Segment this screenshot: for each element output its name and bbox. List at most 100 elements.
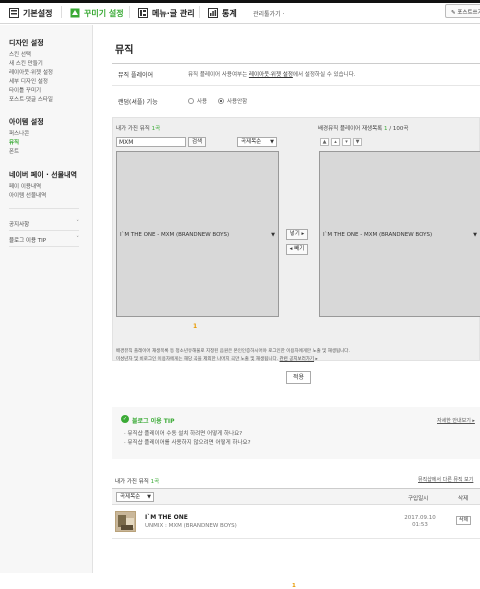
sidebar-item-music[interactable]: 뮤직 [9, 139, 44, 148]
sidebar: 디자인 설정 스킨 선택 새 스킨 만들기 레이아웃·위젯 설정 세부 디자인 … [0, 25, 93, 573]
playlist-list-item[interactable]: I`M THE ONE - MXM (BRANDNEW BOYS) [323, 232, 432, 238]
chevron-down-icon: ▼ [271, 232, 275, 238]
youth-notice-line2-text: 미성년자 및 비로그인 이용자에게는 해당 곡을 제외한 나머지 곡만 노출 및… [116, 357, 279, 362]
sidebar-design-group: 디자인 설정 스킨 선택 새 스킨 만들기 레이아웃·위젯 설정 세부 디자인 … [9, 38, 53, 105]
owned-music-title-text: 내가 가진 뮤직 [115, 479, 149, 485]
page-title: 뮤직 [115, 45, 134, 56]
tip-more-link[interactable]: 자세한 안내보기 ▸ [437, 417, 475, 424]
paint-icon [70, 8, 80, 18]
player-label: 뮤직 플레이어 [118, 72, 154, 79]
nav-menu-post-manage-label: 메뉴·글 관리 [152, 8, 195, 18]
tip-info-icon: ✓ [121, 415, 129, 423]
player-desc-post: 에서 설정하실 수 있습니다. [292, 72, 356, 78]
related-notice-link[interactable]: 관련 공지보러가기 [280, 357, 315, 362]
playlist-listbox[interactable]: I`M THE ONE - MXM (BRANDNEW BOYS) ▼ [319, 151, 480, 317]
add-to-playlist-button[interactable]: 넣기 ▸ [286, 229, 308, 240]
sidebar-item-detail-design[interactable]: 세부 디자인 설정 [9, 78, 53, 87]
chevron-down-icon: ▼ [147, 494, 151, 500]
tip-item-2[interactable]: · 뮤직샵 플레이어를 사용하지 않으려면 어떻게 하나요? [124, 438, 250, 446]
music-search-button[interactable]: 검색 [188, 137, 206, 147]
random-option-use[interactable]: 사용 [188, 97, 207, 105]
sidebar-item-title-decor[interactable]: 타이틀 꾸미기 [9, 87, 53, 96]
layout-widget-link[interactable]: 레이아웃·위젯 설정 [249, 72, 293, 78]
move-top-button[interactable]: ▲ [320, 138, 329, 146]
playlist-title: 배경뮤직 플레이어 재생목록 [318, 126, 383, 132]
music-search-input[interactable]: MXM [116, 137, 186, 147]
admin-tool-menu[interactable]: 관리툴가기 · [253, 9, 284, 18]
sidebar-item-font[interactable]: 폰트 [9, 148, 44, 157]
random-option-nouse[interactable]: 사용안함 [218, 97, 247, 105]
song-artist: UNMIX : MXM (BRANDNEW BOYS) [145, 523, 237, 529]
owned-sort-value: 곡제목순 [120, 494, 141, 500]
sidebar-design-title: 디자인 설정 [9, 39, 44, 47]
nav-decorate-settings[interactable]: 꾸미기 설정 [70, 6, 124, 20]
owned-sort-select[interactable]: 곡제목순 ▼ [116, 492, 154, 502]
table-row-divider [112, 538, 480, 539]
table-header: 곡제목순 ▼ 구입일시 삭제 [112, 488, 480, 505]
youth-notice-line1: 배경뮤직 플레이어 재생목록 등 청소년유해물로 지정된 음원은 본인인증하시어… [116, 349, 350, 354]
move-up-button[interactable]: ▴ [331, 138, 340, 146]
sidebar-pay-group: 네이버 페이 · 선물내역 페이 이용내역 아이템 선물내역 [9, 170, 77, 201]
tip-item-1[interactable]: · 뮤직샵 플레이어 수동 설치 하려면 어떻게 하나요? [124, 429, 242, 437]
owned-page-number[interactable]: 1 [292, 583, 296, 589]
remove-from-playlist-button[interactable]: ◂ 빼기 [286, 244, 308, 255]
sidebar-item-post-comment-style[interactable]: 포스트·댓글 스타일 [9, 96, 53, 105]
my-music-count: 1곡 [151, 126, 161, 132]
music-shop-link[interactable]: 뮤직샵에서 다른 뮤직 보기 [418, 476, 473, 483]
sidebar-item-gift-history[interactable]: 아이템 선물내역 [9, 192, 77, 201]
player-desc-pre: 뮤직 플레이어 사용여부는 [188, 72, 249, 78]
nav-menu-post-manage[interactable]: 메뉴·글 관리 [138, 6, 195, 20]
apply-button[interactable]: 적용 [286, 371, 311, 384]
sidebar-item-layout-widget[interactable]: 레이아웃·위젯 설정 [9, 69, 53, 78]
nav-statistics-label: 통계 [222, 8, 237, 18]
playlist-max: / 100곡 [389, 126, 409, 132]
delete-button[interactable]: 삭제 [456, 516, 471, 525]
menu-manage-icon [138, 8, 148, 18]
my-music-sort-select[interactable]: 곡제목순 ▼ [237, 137, 277, 147]
nav-statistics[interactable]: 통계 [208, 6, 237, 20]
player-description: 뮤직 플레이어 사용여부는 레이아웃·위젯 설정에서 설정하실 수 있습니다. [188, 70, 356, 78]
my-music-label: 내가 가진 뮤직 1곡 [116, 124, 160, 132]
nav-basic-settings[interactable]: 기본설정 [9, 6, 52, 20]
sidebar-item-new-skin[interactable]: 새 스킨 만들기 [9, 60, 53, 69]
top-black-line [0, 0, 480, 3]
chevron-down-icon: ▼ [473, 232, 477, 238]
sidebar-blog-tip[interactable]: 블로그 이용 TIP ˅ [9, 236, 79, 244]
my-music-title: 내가 가진 뮤직 [116, 126, 150, 132]
owned-music-title: 내가 가진 뮤직 1곡 [115, 477, 159, 485]
sidebar-notice[interactable]: 공지사항 ˅ [9, 220, 79, 228]
playlist-count: 1 [383, 126, 388, 132]
settings-icon [9, 8, 19, 18]
move-bottom-button[interactable]: ▼ [353, 138, 362, 146]
nav-divider [129, 6, 130, 18]
my-music-listbox[interactable]: I`M THE ONE - MXM (BRANDNEW BOYS) ▼ [116, 151, 279, 317]
chevron-down-icon: ▼ [270, 139, 274, 145]
blog-tip-box: ✓ 블로그 이용 TIP 자세한 안내보기 ▸ · 뮤직샵 플레이어 수동 설치… [112, 407, 480, 459]
random-label: 랜덤(셔플) 기능 [118, 99, 158, 106]
nav-decorate-settings-label: 꾸미기 설정 [84, 8, 124, 18]
stats-icon [208, 8, 218, 18]
chevron-down-icon: ˅ [76, 236, 79, 242]
radio-nouse[interactable] [218, 98, 224, 104]
column-purchase-date: 구입일시 [408, 496, 429, 502]
move-down-button[interactable]: ▾ [342, 138, 351, 146]
my-music-sort-value: 곡제목순 [241, 139, 262, 145]
sidebar-notice-label: 공지사항 [9, 222, 30, 228]
sidebar-item-pay-history[interactable]: 페이 이용내역 [9, 183, 77, 192]
write-post-button[interactable]: ✎ 포스트쓰기 [445, 4, 480, 18]
top-navigation-bar: 기본설정 꾸미기 설정 메뉴·글 관리 통계 관리툴가기 · ✎ 포스트쓰기 [0, 0, 480, 24]
radio-use[interactable] [188, 98, 194, 104]
sidebar-item-skin-select[interactable]: 스킨 선택 [9, 51, 53, 60]
sidebar-item-title: 아이템 설정 [9, 118, 44, 126]
radio-nouse-label: 사용안함 [227, 99, 248, 105]
sidebar-item-personacon[interactable]: 퍼스나콘 [9, 130, 44, 139]
purchase-date: 2017.09.10 01:53 [404, 515, 436, 528]
song-title: I`M THE ONE [145, 514, 188, 521]
title-divider [112, 63, 480, 64]
my-music-page-number[interactable]: 1 [193, 323, 197, 330]
radio-use-label: 사용 [197, 99, 208, 105]
sidebar-divider [9, 230, 79, 231]
nav-divider [199, 6, 200, 18]
owned-music-count: 1곡 [150, 479, 160, 485]
my-music-list-item[interactable]: I`M THE ONE - MXM (BRANDNEW BOYS) [120, 232, 229, 238]
